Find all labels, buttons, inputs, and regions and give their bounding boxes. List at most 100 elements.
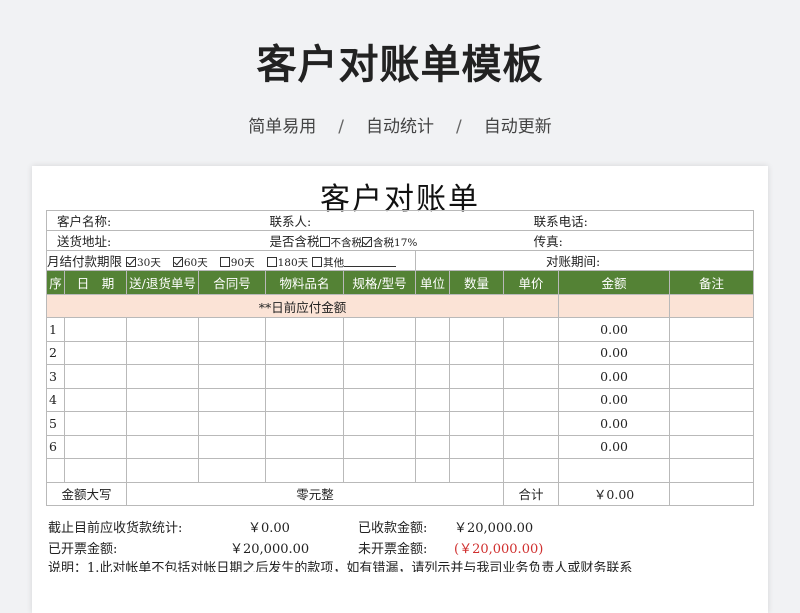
cell-unit[interactable] bbox=[415, 434, 451, 459]
cell-date[interactable] bbox=[64, 458, 127, 483]
contact-label[interactable]: 联系人: bbox=[265, 210, 504, 231]
page-title: 客户对账单模板 bbox=[256, 42, 544, 88]
col-header-material: 物料品名 bbox=[265, 270, 345, 295]
cell-unit[interactable] bbox=[415, 411, 451, 436]
cell-material[interactable] bbox=[265, 458, 345, 483]
cell-date[interactable] bbox=[64, 364, 127, 389]
cell-remark[interactable] bbox=[669, 387, 755, 412]
cell-material[interactable] bbox=[265, 364, 345, 389]
cell-remark[interactable] bbox=[669, 340, 755, 365]
cell-material[interactable] bbox=[265, 411, 345, 436]
cell-spec[interactable] bbox=[343, 434, 417, 459]
col-header-no: 序 bbox=[46, 270, 65, 295]
cell-material[interactable] bbox=[265, 340, 345, 365]
cell-date[interactable] bbox=[64, 340, 127, 365]
cell-contract[interactable] bbox=[197, 364, 267, 389]
cell-delivery-no[interactable] bbox=[126, 364, 199, 389]
address-label[interactable]: 送货地址: bbox=[45, 230, 266, 251]
cell-material[interactable] bbox=[265, 317, 345, 342]
cell-date[interactable] bbox=[64, 434, 127, 459]
cell-amount[interactable]: 0.00 bbox=[558, 317, 671, 342]
cell-price[interactable] bbox=[503, 434, 560, 459]
checkbox-no-tax[interactable] bbox=[319, 237, 330, 247]
cell-delivery-no[interactable] bbox=[126, 411, 199, 436]
cell-qty[interactable] bbox=[449, 434, 505, 459]
cell-spec[interactable] bbox=[343, 458, 417, 483]
checkbox-tax-17[interactable] bbox=[362, 237, 373, 247]
cell-amount[interactable]: 0.00 bbox=[558, 434, 671, 459]
cell-spec[interactable] bbox=[343, 387, 417, 412]
previous-balance-row: **日前应付金额 bbox=[45, 294, 755, 318]
checkbox-other[interactable] bbox=[312, 257, 323, 267]
cell-contract[interactable] bbox=[197, 458, 267, 483]
cell-price[interactable] bbox=[503, 364, 560, 389]
other-input-line[interactable] bbox=[344, 256, 397, 267]
cell-unit[interactable] bbox=[415, 317, 451, 342]
col-header-remark: 备注 bbox=[669, 270, 755, 295]
cell-qty[interactable] bbox=[449, 364, 505, 389]
cell-unit[interactable] bbox=[415, 387, 451, 412]
cell-delivery-no[interactable] bbox=[126, 387, 199, 412]
option-180-days: 180天 bbox=[277, 257, 309, 269]
cell-qty[interactable] bbox=[449, 458, 505, 483]
phone-label[interactable]: 联系电话: bbox=[503, 210, 755, 231]
previous-balance-amount[interactable] bbox=[558, 294, 671, 318]
cell-remark[interactable] bbox=[669, 364, 755, 389]
feature-tagline: 简单易用 / 自动统计 / 自动更新 bbox=[0, 112, 800, 137]
cell-price[interactable] bbox=[503, 387, 560, 412]
cell-material[interactable] bbox=[265, 434, 345, 459]
cell-contract[interactable] bbox=[197, 434, 267, 459]
cell-remark[interactable] bbox=[669, 458, 755, 483]
checkbox-60-days[interactable] bbox=[172, 257, 183, 267]
cell-unit[interactable] bbox=[415, 364, 451, 389]
cell-price[interactable] bbox=[503, 411, 560, 436]
checkbox-180-days[interactable] bbox=[266, 257, 277, 267]
payment-term-label: 月结付款期限 bbox=[47, 254, 123, 269]
cell-amount[interactable]: 0.00 bbox=[558, 387, 671, 412]
cell-material[interactable] bbox=[265, 387, 345, 412]
customer-name-label[interactable]: 客户名称: bbox=[45, 210, 266, 231]
period-label[interactable]: 对账期间: bbox=[415, 250, 755, 271]
cell-delivery-no[interactable] bbox=[126, 340, 199, 365]
cell-contract[interactable] bbox=[197, 317, 267, 342]
invoiced-label: 已开票金额: bbox=[48, 542, 118, 557]
previous-balance-remark[interactable] bbox=[669, 294, 755, 318]
cell-date[interactable] bbox=[64, 317, 127, 342]
cell-contract[interactable] bbox=[197, 411, 267, 436]
cell-delivery-no[interactable] bbox=[126, 434, 199, 459]
cell-date[interactable] bbox=[64, 387, 127, 412]
cell-contract[interactable] bbox=[197, 340, 267, 365]
fax-label[interactable]: 传真: bbox=[503, 230, 755, 251]
cell-spec[interactable] bbox=[343, 411, 417, 436]
cell-unit[interactable] bbox=[415, 458, 451, 483]
cell-unit[interactable] bbox=[415, 340, 451, 365]
cell-amount[interactable]: 0.00 bbox=[558, 411, 671, 436]
cell-qty[interactable] bbox=[449, 317, 505, 342]
cell-amount[interactable] bbox=[558, 458, 671, 483]
cell-price[interactable] bbox=[503, 340, 560, 365]
cell-remark[interactable] bbox=[669, 317, 755, 342]
cell-spec[interactable] bbox=[343, 317, 417, 342]
cell-qty[interactable] bbox=[449, 340, 505, 365]
cell-remark[interactable] bbox=[669, 434, 755, 459]
cell-spec[interactable] bbox=[343, 340, 417, 365]
checkbox-90-days[interactable] bbox=[219, 257, 230, 267]
info-row-customer: 客户名称: 联系人: 联系电话: bbox=[45, 210, 755, 231]
cell-qty[interactable] bbox=[449, 387, 505, 412]
cell-amount[interactable]: 0.00 bbox=[558, 364, 671, 389]
cell-price[interactable] bbox=[503, 317, 560, 342]
cell-delivery-no[interactable] bbox=[126, 317, 199, 342]
cell-spec[interactable] bbox=[343, 364, 417, 389]
cell-date[interactable] bbox=[64, 411, 127, 436]
cell-remark[interactable] bbox=[669, 411, 755, 436]
table-row: 1 0.00 bbox=[46, 317, 755, 342]
tag-auto-stat: 自动统计 bbox=[366, 117, 434, 137]
cell-delivery-no[interactable] bbox=[126, 458, 199, 483]
total-row: 金额大写 零元整 合计 ￥0.00 bbox=[46, 481, 755, 506]
checkbox-30-days[interactable] bbox=[126, 257, 136, 267]
cell-price[interactable] bbox=[503, 458, 560, 483]
total-remark[interactable] bbox=[669, 481, 755, 506]
cell-contract[interactable] bbox=[197, 387, 267, 412]
cell-amount[interactable]: 0.00 bbox=[558, 340, 671, 365]
cell-qty[interactable] bbox=[449, 411, 505, 436]
